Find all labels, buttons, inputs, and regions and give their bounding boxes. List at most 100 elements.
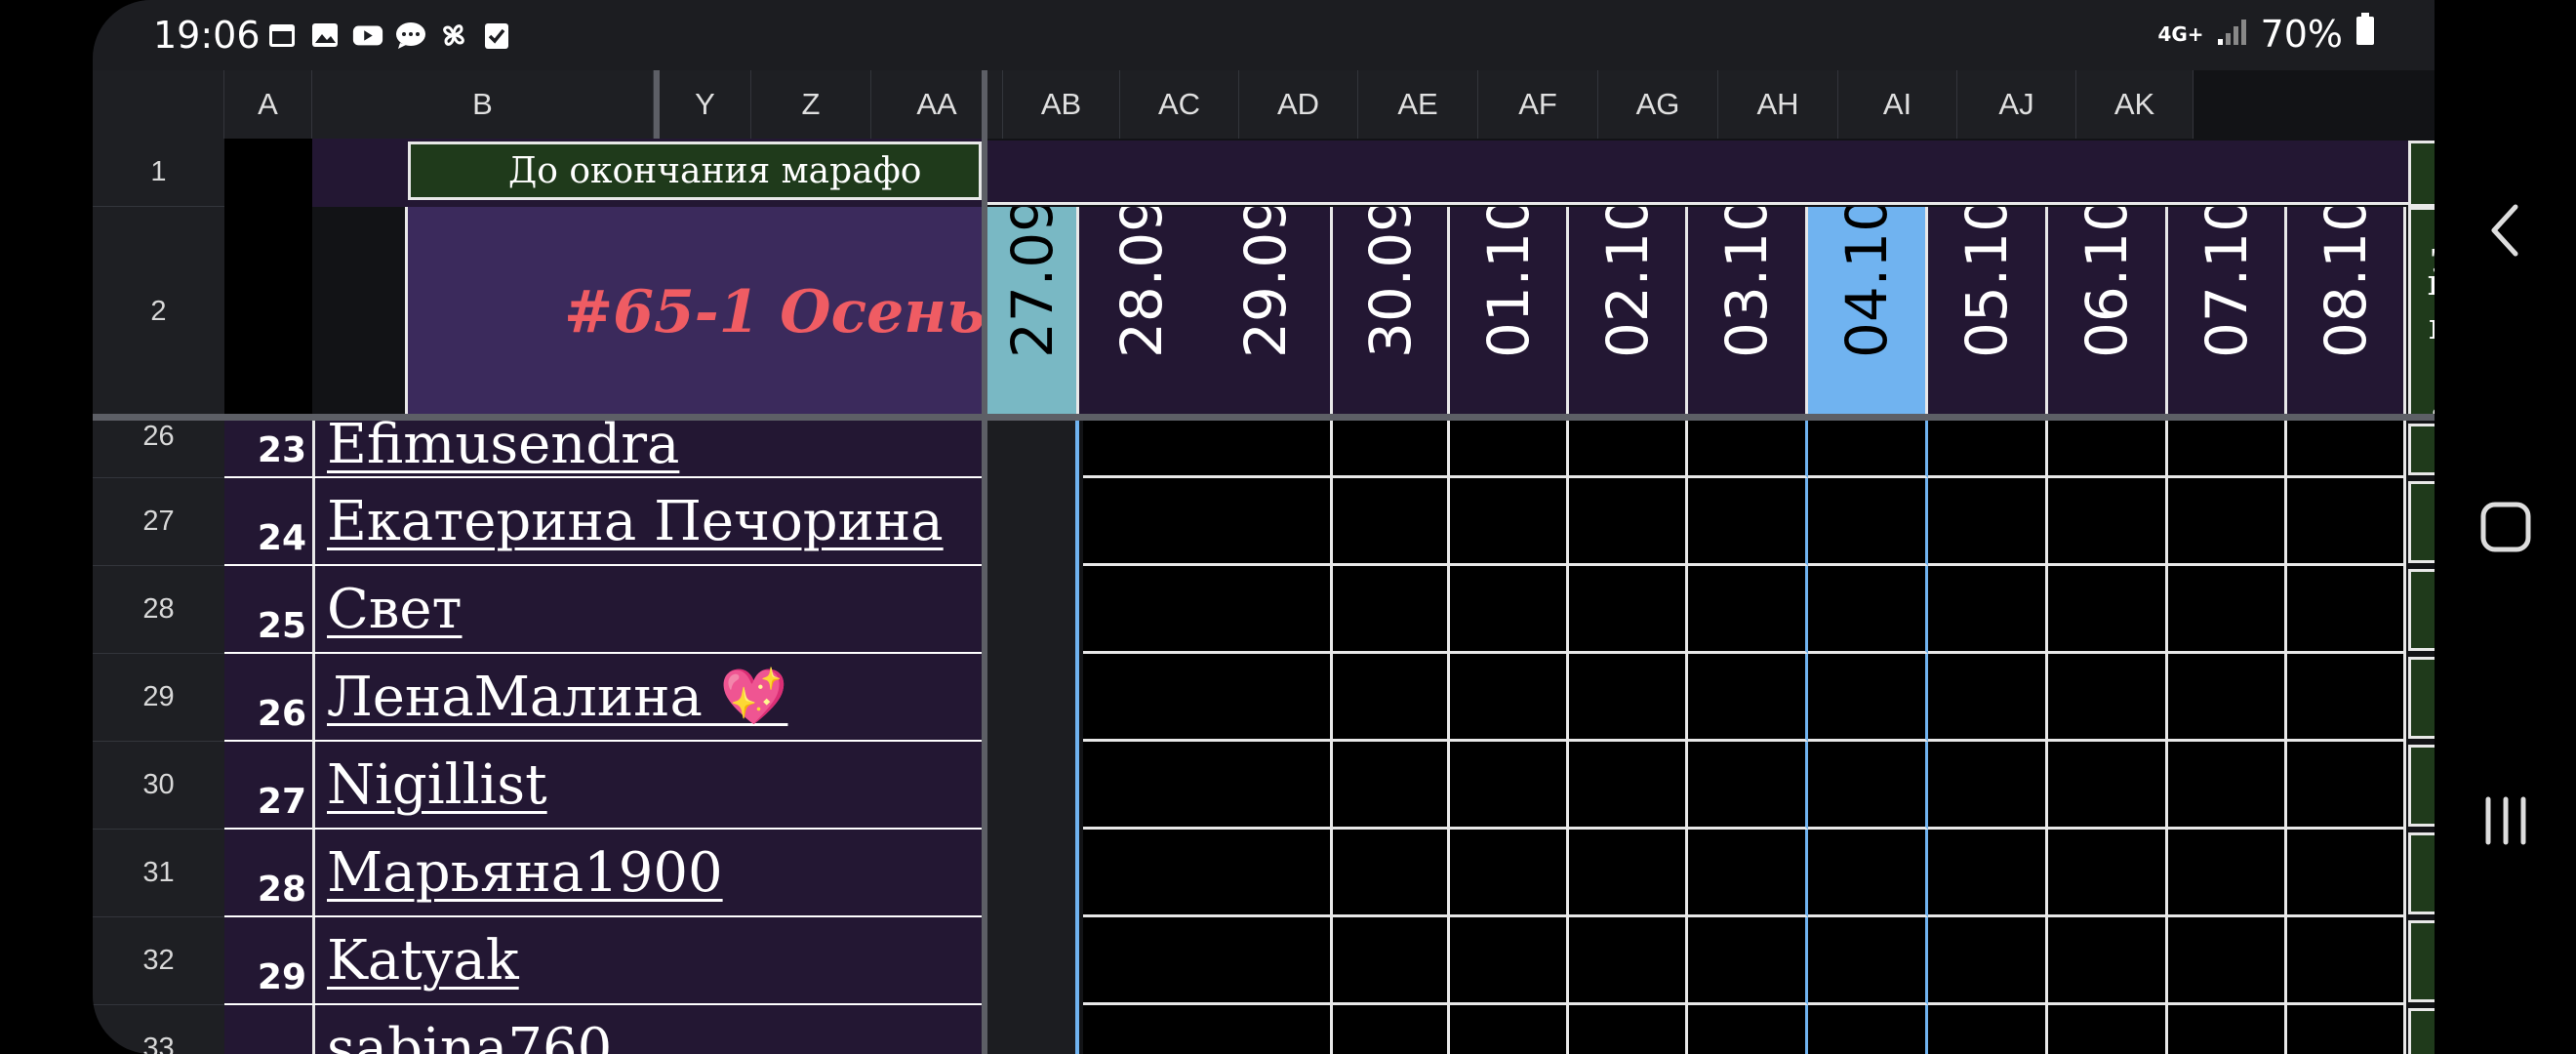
- row1-ak-cell[interactable]: [2408, 141, 2435, 207]
- back-button[interactable]: [2474, 198, 2538, 263]
- column-header-a[interactable]: A: [224, 70, 312, 139]
- column-header-aj[interactable]: AJ: [1957, 70, 2076, 139]
- cell-ah[interactable]: [2048, 421, 2168, 478]
- select-all-corner[interactable]: [93, 70, 224, 139]
- cell-ag[interactable]: [1928, 421, 2048, 478]
- cell-ag[interactable]: [1928, 917, 2048, 1005]
- cell-ac[interactable]: [1450, 742, 1569, 830]
- participant-name-cell[interactable]: Марьяна1900: [312, 830, 982, 917]
- cell-ae[interactable]: [1688, 566, 1808, 654]
- recents-button[interactable]: [2474, 789, 2538, 853]
- participant-number[interactable]: 28: [224, 830, 312, 917]
- participant-number[interactable]: 26: [224, 654, 312, 742]
- participant-name-link[interactable]: ЛенаМалина 💖: [327, 665, 787, 729]
- cell-aj[interactable]: [2287, 421, 2406, 478]
- participant-name-cell[interactable]: Екатерина Печорина: [312, 478, 982, 566]
- column-header-ab[interactable]: AB: [1003, 70, 1120, 139]
- cell-ad[interactable]: [1569, 830, 1688, 917]
- cell-ad[interactable]: [1569, 566, 1688, 654]
- cell-aj[interactable]: [2287, 478, 2406, 566]
- days-header-cell[interactable]: Дней неку рени я за мара: [2408, 207, 2435, 417]
- cell-ai[interactable]: [2168, 830, 2287, 917]
- date-header-ad[interactable]: 02.10.25: [1569, 207, 1688, 417]
- row-header-31[interactable]: 31: [93, 830, 224, 917]
- cell-af[interactable]: [1808, 566, 1928, 654]
- cell-y[interactable]: [987, 917, 1079, 1005]
- cell-af[interactable]: [1808, 1005, 1928, 1054]
- cell-ab[interactable]: [1333, 742, 1450, 830]
- cell-ai[interactable]: [2168, 478, 2287, 566]
- cell-aj[interactable]: [2287, 566, 2406, 654]
- cell-aa[interactable]: [1201, 1005, 1333, 1054]
- date-header-ac[interactable]: 01.10.25: [1450, 207, 1569, 417]
- row-header-32[interactable]: 32: [93, 917, 224, 1005]
- column-header-ag[interactable]: AG: [1598, 70, 1718, 139]
- cell-z[interactable]: [1083, 1005, 1206, 1054]
- cell-y[interactable]: [987, 566, 1079, 654]
- days-count-cell[interactable]: 4: [2408, 657, 2435, 739]
- date-header-z[interactable]: 28.09.25: [1079, 207, 1206, 417]
- cell-z[interactable]: [1083, 421, 1206, 478]
- column-header-z[interactable]: Z: [751, 70, 871, 139]
- column-header-ad[interactable]: AD: [1239, 70, 1358, 139]
- column-header-ak[interactable]: AK: [2076, 70, 2194, 139]
- participant-number[interactable]: 25: [224, 566, 312, 654]
- participant-name-link[interactable]: Екатерина Печорина: [327, 490, 944, 553]
- row-header-27[interactable]: 27: [93, 478, 224, 566]
- cell-ab[interactable]: [1333, 1005, 1450, 1054]
- column-header-ae[interactable]: AE: [1358, 70, 1478, 139]
- cell-ac[interactable]: [1450, 654, 1569, 742]
- cell-y[interactable]: [987, 1005, 1079, 1054]
- cell-ac[interactable]: [1450, 478, 1569, 566]
- cell-aj[interactable]: [2287, 917, 2406, 1005]
- cell-aa[interactable]: [1201, 566, 1333, 654]
- cell-z[interactable]: [1083, 917, 1206, 1005]
- date-header-aj[interactable]: 08.10.25: [2287, 207, 2406, 417]
- column-header-b[interactable]: B: [312, 70, 654, 139]
- cell-ah[interactable]: [2048, 478, 2168, 566]
- cell-aa[interactable]: [1201, 654, 1333, 742]
- participant-number[interactable]: [224, 1005, 312, 1054]
- cell-ae[interactable]: [1688, 742, 1808, 830]
- row-header-30[interactable]: 30: [93, 742, 224, 830]
- cell-ae[interactable]: [1688, 917, 1808, 1005]
- participant-name-cell[interactable]: Efimusendra: [312, 421, 982, 478]
- cell-ae[interactable]: [1688, 1005, 1808, 1054]
- cell-ad[interactable]: [1569, 478, 1688, 566]
- cell-af[interactable]: [1808, 478, 1928, 566]
- cell-z[interactable]: [1083, 478, 1206, 566]
- cell-ai[interactable]: [2168, 654, 2287, 742]
- participant-name-link[interactable]: Свет: [327, 578, 463, 641]
- cell-ac[interactable]: [1450, 1005, 1569, 1054]
- cell-ad[interactable]: [1569, 654, 1688, 742]
- cell-ag[interactable]: [1928, 566, 2048, 654]
- marathon-title-cell[interactable]: #65-1 Осень пере: [405, 207, 982, 417]
- cell-ae[interactable]: [1688, 478, 1808, 566]
- marathon-countdown-cell[interactable]: До окончания марафо: [312, 139, 982, 207]
- participant-name-link[interactable]: sabina760: [327, 1017, 612, 1054]
- cell-ac[interactable]: [1450, 566, 1569, 654]
- cell-a1[interactable]: [224, 139, 312, 207]
- cell-ab[interactable]: [1333, 917, 1450, 1005]
- date-header-af[interactable]: 04.10.25: [1808, 207, 1928, 417]
- days-count-cell[interactable]: 4: [2408, 745, 2435, 827]
- cell-aa[interactable]: [1201, 830, 1333, 917]
- cell-ai[interactable]: [2168, 917, 2287, 1005]
- row1-merged-band[interactable]: [987, 141, 2408, 205]
- row-header-2[interactable]: 2: [93, 207, 224, 417]
- participant-name-link[interactable]: Nigillist: [327, 753, 547, 817]
- cell-y[interactable]: [987, 654, 1079, 742]
- participant-name-link[interactable]: Katyak: [327, 929, 519, 993]
- cell-af[interactable]: [1808, 421, 1928, 478]
- cell-a2[interactable]: [224, 207, 312, 417]
- participant-name-cell[interactable]: Свет: [312, 566, 982, 654]
- date-header-ag[interactable]: 05.10.25: [1928, 207, 2048, 417]
- cell-ad[interactable]: [1569, 421, 1688, 478]
- cell-ag[interactable]: [1928, 742, 2048, 830]
- cell-aa[interactable]: [1201, 478, 1333, 566]
- cell-z[interactable]: [1083, 830, 1206, 917]
- cell-ag[interactable]: [1928, 478, 2048, 566]
- date-header-ae[interactable]: 03.10.25: [1688, 207, 1808, 417]
- row-header-29[interactable]: 29: [93, 654, 224, 742]
- cell-ah[interactable]: [2048, 1005, 2168, 1054]
